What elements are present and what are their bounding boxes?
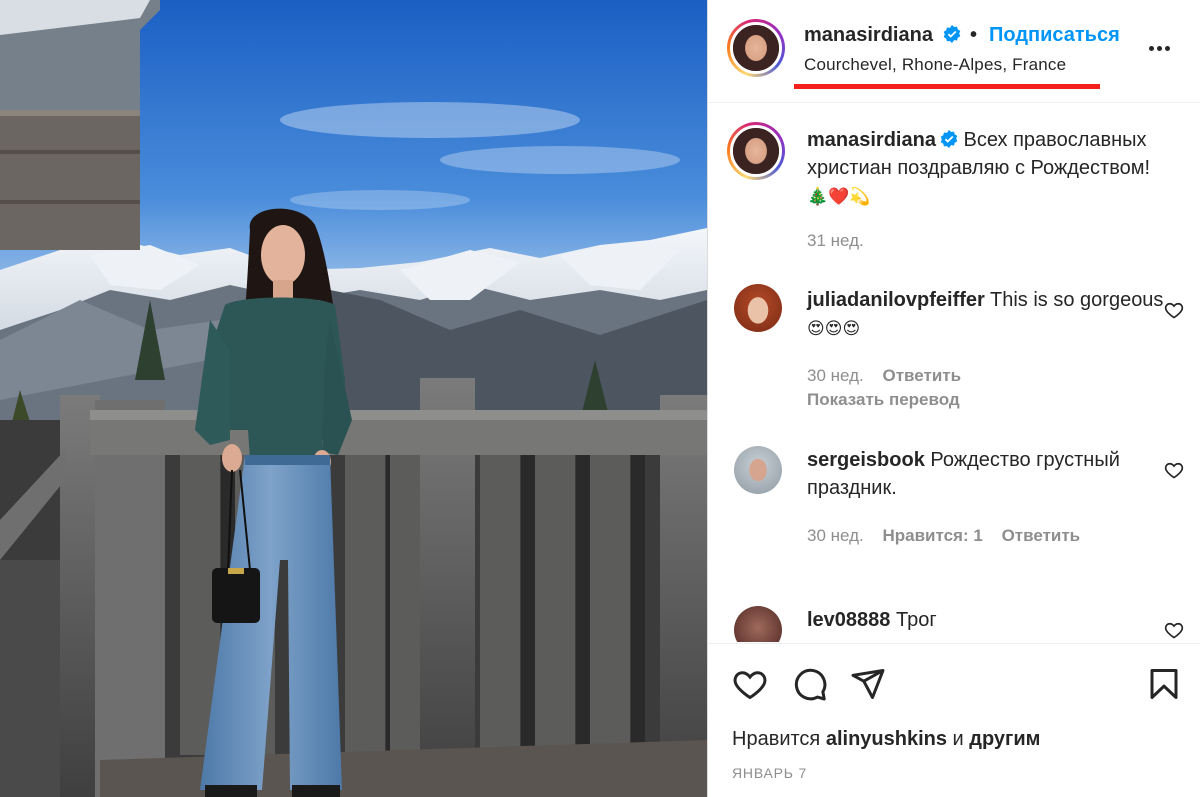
- comment-emojis: 😍😍😍: [807, 319, 861, 338]
- caption-time[interactable]: 31 нед.: [807, 231, 864, 250]
- verified-badge-icon: [943, 25, 960, 43]
- likes-summary[interactable]: Нравится alinyushkins и другим: [732, 728, 1040, 751]
- heart-icon[interactable]: [732, 666, 768, 702]
- comment-username[interactable]: sergeisbook: [807, 449, 925, 471]
- post-location[interactable]: Courchevel, Rhone-Alpes, France: [804, 55, 1066, 75]
- show-translation-button[interactable]: Показать перевод: [807, 390, 960, 410]
- comment-username[interactable]: lev08888: [807, 609, 890, 631]
- commenter-avatar[interactable]: [734, 606, 782, 642]
- post-photo-illustration: [0, 0, 707, 797]
- comment-meta: 30 нед. Нравится: 1 Ответить: [807, 526, 1094, 546]
- location-highlight-underline: [794, 84, 1100, 89]
- caption-username[interactable]: manasirdiana: [807, 129, 936, 151]
- likes-others[interactable]: другим: [969, 728, 1040, 750]
- share-icon[interactable]: [850, 666, 886, 702]
- likes-conj: и: [952, 728, 964, 750]
- post-photo[interactable]: [0, 0, 707, 797]
- caption-meta: 31 нед.: [807, 231, 878, 251]
- author-username-text[interactable]: manasirdiana: [804, 24, 933, 46]
- comment-text-block: juliadanilovpfeiffer This is so gorgeous…: [807, 286, 1167, 343]
- comment-time[interactable]: 30 нед.: [807, 526, 864, 545]
- caption-text-block: manasirdiana Всех православных христиан …: [807, 126, 1167, 211]
- comment-time[interactable]: 30 нед.: [807, 366, 864, 385]
- comment-text-block: sergeisbook Рождество грустный праздник.: [807, 446, 1167, 502]
- caption-emojis: 🎄❤️💫: [807, 187, 871, 206]
- comment-likes-count[interactable]: Нравится: 1: [882, 526, 982, 545]
- comment-username[interactable]: juliadanilovpfeiffer: [807, 289, 985, 311]
- comment-meta: 30 нед. Ответить: [807, 366, 975, 386]
- author-avatar[interactable]: [727, 19, 785, 77]
- comment-text-block: lev08888 Трог: [807, 606, 1167, 634]
- caption-author-avatar[interactable]: [727, 122, 785, 180]
- post-date[interactable]: ЯНВАРЬ 7: [732, 765, 807, 781]
- follow-button[interactable]: Подписаться: [989, 24, 1120, 47]
- more-horizontal-icon[interactable]: [1149, 38, 1175, 51]
- likes-prefix: Нравится: [732, 728, 821, 750]
- author-username[interactable]: manasirdiana: [804, 24, 961, 47]
- likes-user[interactable]: alinyushkins: [826, 728, 947, 750]
- reply-button[interactable]: Ответить: [1002, 526, 1081, 545]
- comment-like-heart-icon[interactable]: [1164, 300, 1184, 320]
- comment-text: This is so gorgeous: [990, 289, 1164, 311]
- reply-button[interactable]: Ответить: [882, 366, 961, 385]
- post-header: manasirdiana • Подписаться Courchevel, R…: [708, 0, 1200, 103]
- bookmark-icon[interactable]: [1146, 666, 1182, 702]
- verified-badge-icon: [940, 130, 958, 148]
- commenter-avatar[interactable]: [734, 284, 782, 332]
- post-actions: Нравится alinyushkins и другим ЯНВАРЬ 7: [708, 643, 1200, 797]
- comment-icon[interactable]: [792, 666, 828, 702]
- comments-list[interactable]: manasirdiana Всех православных христиан …: [708, 104, 1200, 642]
- header-separator: •: [970, 24, 978, 46]
- commenter-avatar[interactable]: [734, 446, 782, 494]
- comment-like-heart-icon[interactable]: [1164, 620, 1184, 640]
- comment-text: Трог: [895, 609, 937, 631]
- comment-like-heart-icon[interactable]: [1164, 460, 1184, 480]
- post-side-panel: manasirdiana • Подписаться Courchevel, R…: [707, 0, 1200, 797]
